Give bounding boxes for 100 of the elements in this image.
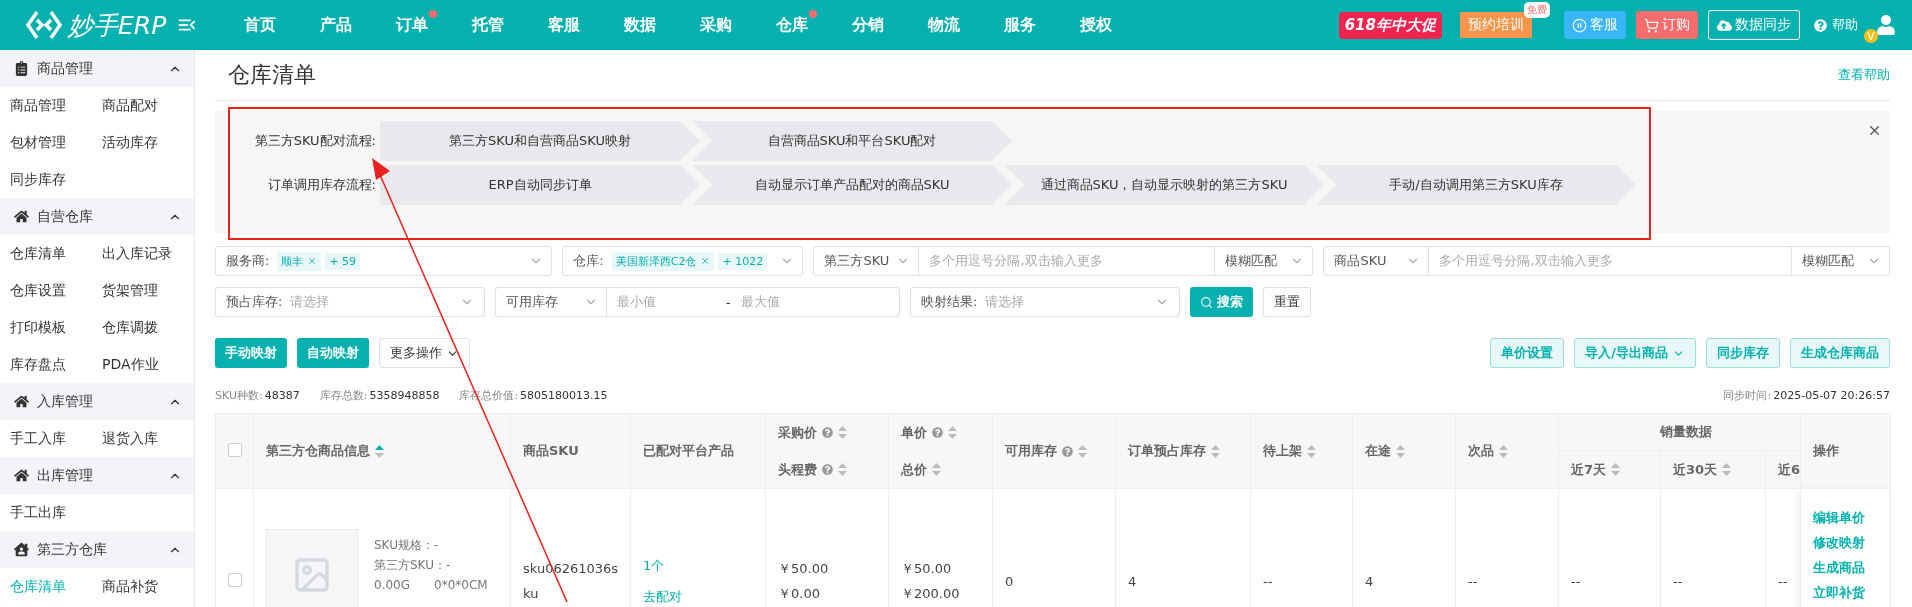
close-icon[interactable] xyxy=(700,256,711,266)
table-cell-text: -- xyxy=(1673,572,1684,591)
more-actions-dropdown[interactable]: 更多操作 xyxy=(379,338,470,368)
sort-icon[interactable] xyxy=(1211,444,1220,458)
placeholder-text: 请选择 xyxy=(985,293,1026,311)
flow-label: 订单调用库存流程: xyxy=(266,176,377,194)
sidebar-section-header[interactable]: 第三方仓库 xyxy=(0,531,194,568)
nav-item[interactable]: 产品 xyxy=(298,14,374,36)
filter-tag[interactable]: 美国新泽西C2仓 xyxy=(611,251,715,271)
sort-icon[interactable] xyxy=(1499,444,1508,458)
table-cell-text: -- xyxy=(1263,572,1274,591)
sort-icon[interactable] xyxy=(1396,444,1405,458)
sidebar-item[interactable]: 活动库存 xyxy=(102,124,194,161)
logo[interactable]: 妙手ERP xyxy=(26,8,176,42)
sidebar-item[interactable]: 仓库清单 xyxy=(10,235,102,272)
sidebar-item[interactable]: 打印模板 xyxy=(10,309,102,346)
sort-icon[interactable] xyxy=(948,426,957,439)
sidebar-section-header[interactable]: 商品管理 xyxy=(0,50,194,87)
pair-link[interactable]: 去配对 xyxy=(643,581,765,607)
third-party-sku: 第三方SKU：- xyxy=(374,557,452,574)
sort-icon[interactable] xyxy=(1307,444,1316,458)
sidebar-section-header[interactable]: 自营仓库 xyxy=(0,198,194,235)
sort-icon[interactable] xyxy=(375,444,384,458)
filter-select[interactable]: 仓库: 美国新泽西C2仓 + 1022 xyxy=(562,246,804,276)
sidebar-item[interactable]: 退货入库 xyxy=(102,420,194,457)
page-title: 仓库清单 xyxy=(228,61,316,89)
checkbox[interactable] xyxy=(228,572,242,587)
nav-item[interactable]: 分销 xyxy=(830,14,906,36)
sidebar-item[interactable]: 库存盘点 xyxy=(10,346,102,383)
sort-icon[interactable] xyxy=(1611,463,1621,476)
table-cell-text: 4 xyxy=(1365,572,1375,591)
nav-item[interactable]: 托管 xyxy=(450,14,526,36)
sidebar-item[interactable]: 仓库设置 xyxy=(10,272,102,309)
flow-step: 自动显示订单产品配对的商品SKU xyxy=(692,165,1012,205)
filter-label: 预占库存: xyxy=(225,293,284,311)
user-icon[interactable] xyxy=(1876,15,1896,35)
sort-icon[interactable] xyxy=(1722,463,1732,476)
header-cell: 已配对平台产品 xyxy=(630,413,766,489)
sidebar-item[interactable]: 商品管理 xyxy=(10,87,102,124)
nav-item[interactable]: 仓库 xyxy=(754,14,830,36)
search-button[interactable]: 搜索 xyxy=(1190,287,1253,317)
sidebar-item[interactable]: 手工出库 xyxy=(10,494,102,531)
sort-icon[interactable] xyxy=(932,463,941,476)
action-link[interactable]: 立即补货 xyxy=(1813,580,1891,605)
action-button[interactable]: 同步库存 xyxy=(1706,338,1780,368)
sidebar-section-header[interactable]: 出库管理 xyxy=(0,457,194,494)
nav-item[interactable]: 物流 xyxy=(906,14,982,36)
sort-icon[interactable] xyxy=(838,463,847,476)
close-button[interactable] xyxy=(1867,123,1882,138)
nav-item[interactable]: 订单 xyxy=(374,14,450,36)
checkbox[interactable] xyxy=(228,442,242,457)
nav-item[interactable]: 数据 xyxy=(602,14,678,36)
header-cell: 第三方仓商品信息 xyxy=(253,413,511,489)
nav-item[interactable]: 服务 xyxy=(982,14,1058,36)
sync-button[interactable]: 数据同步 xyxy=(1708,10,1800,40)
sidebar-section-header[interactable]: 入库管理 xyxy=(0,383,194,420)
paired-count-link[interactable]: 1个 xyxy=(643,550,765,581)
sidebar-item[interactable]: 货架管理 xyxy=(102,272,194,309)
nav-item[interactable]: 采购 xyxy=(678,14,754,36)
sidebar-item[interactable]: 手工入库 xyxy=(10,420,102,457)
sidebar-item[interactable]: 仓库清单 xyxy=(10,568,102,605)
sort-icon[interactable] xyxy=(1078,444,1087,458)
nav-item[interactable]: 首页 xyxy=(222,14,298,36)
action-button[interactable]: 自动映射 xyxy=(297,338,369,368)
sort-icon[interactable] xyxy=(838,426,847,439)
table-cell-text: ￥50.00 xyxy=(778,560,830,578)
house-icon xyxy=(14,394,29,409)
action-button[interactable]: 生成仓库商品 xyxy=(1790,338,1890,368)
sidebar-item[interactable]: 商品配对 xyxy=(102,87,194,124)
service-button[interactable]: 客服 xyxy=(1564,11,1626,39)
filter-tag[interactable]: 顺丰 xyxy=(277,251,322,271)
sidebar-item[interactable]: 出入库记录 xyxy=(102,235,194,272)
action-link[interactable]: 修改映射 xyxy=(1813,530,1891,555)
action-link[interactable]: 生成商品 xyxy=(1813,555,1891,580)
sidebar-item[interactable]: 商品补货 xyxy=(102,568,194,605)
weight-text: 0.00G xyxy=(374,577,411,594)
table-cell-text: ￥50.00 xyxy=(901,560,953,578)
action-button[interactable]: 手动映射 xyxy=(215,338,287,368)
sidebar-item[interactable]: 包材管理 xyxy=(10,124,102,161)
sidebar-item[interactable]: PDA作业 xyxy=(102,346,194,383)
action-button[interactable]: 单价设置 xyxy=(1490,338,1565,368)
table-cell-text: -- xyxy=(1468,572,1479,591)
action-button[interactable]: 导入/导出商品 xyxy=(1574,338,1696,368)
filter-select[interactable]: 服务商: 顺丰 + 59 xyxy=(215,246,553,276)
order-button[interactable]: 订购 xyxy=(1636,11,1698,39)
reset-button[interactable]: 重置 xyxy=(1263,287,1311,317)
help-link[interactable]: 查看帮助 xyxy=(1838,66,1890,84)
close-icon[interactable] xyxy=(307,256,318,266)
promo-banner[interactable]: 618年中大促 xyxy=(1338,11,1442,39)
header-cell: 次品 xyxy=(1455,413,1559,489)
nav-item[interactable]: 授权 xyxy=(1058,14,1134,36)
help-link[interactable]: 帮助 xyxy=(1814,16,1858,34)
sidebar-item[interactable]: 同步库存 xyxy=(10,161,102,198)
header-cell: 操作 xyxy=(1800,413,1891,489)
filter-select[interactable]: 预占库存: 请选择 xyxy=(215,287,485,317)
filter-select[interactable]: 映射结果: 请选择 xyxy=(910,287,1180,317)
sidebar-item[interactable]: 仓库调拨 xyxy=(102,309,194,346)
nav-item[interactable]: 客服 xyxy=(526,14,602,36)
more-count: + 1022 xyxy=(718,252,768,270)
action-link[interactable]: 编辑单价 xyxy=(1813,505,1891,530)
